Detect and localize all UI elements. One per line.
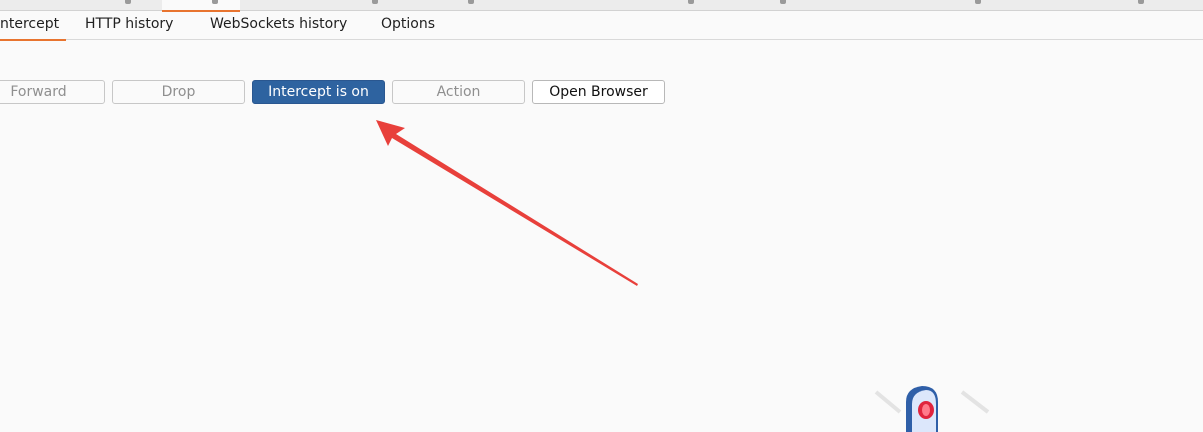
annotation-arrow-icon bbox=[376, 120, 638, 286]
forward-button[interactable]: Forward bbox=[0, 80, 105, 104]
drop-button[interactable]: Drop bbox=[112, 80, 245, 104]
tool-tab-fragment[interactable] bbox=[372, 0, 378, 4]
tab-intercept[interactable]: ntercept bbox=[0, 11, 66, 41]
tab-http-history[interactable]: HTTP history bbox=[85, 11, 173, 39]
tool-tab-fragment[interactable] bbox=[780, 0, 786, 4]
tool-tab-fragment[interactable] bbox=[975, 0, 981, 4]
tool-tab-fragment[interactable] bbox=[688, 0, 694, 4]
tab-options[interactable]: Options bbox=[381, 11, 435, 39]
tool-tab-fragment[interactable] bbox=[125, 0, 131, 4]
traffic-light-icon bbox=[874, 386, 990, 432]
proxy-intercept-window: ntercept HTTP history WebSockets history… bbox=[0, 0, 1203, 432]
proxy-subtabs: ntercept HTTP history WebSockets history… bbox=[0, 11, 1203, 41]
open-browser-button[interactable]: Open Browser bbox=[532, 80, 665, 104]
tab-websockets-history[interactable]: WebSockets history bbox=[210, 11, 347, 39]
tool-tab-fragment[interactable] bbox=[468, 0, 474, 4]
tool-tab-fragment[interactable] bbox=[212, 0, 218, 4]
intercept-toggle-button[interactable]: Intercept is on bbox=[252, 80, 385, 104]
tool-tab-fragment[interactable] bbox=[1138, 0, 1144, 4]
tool-tab-strip bbox=[0, 0, 1203, 12]
action-button[interactable]: Action bbox=[392, 80, 525, 104]
